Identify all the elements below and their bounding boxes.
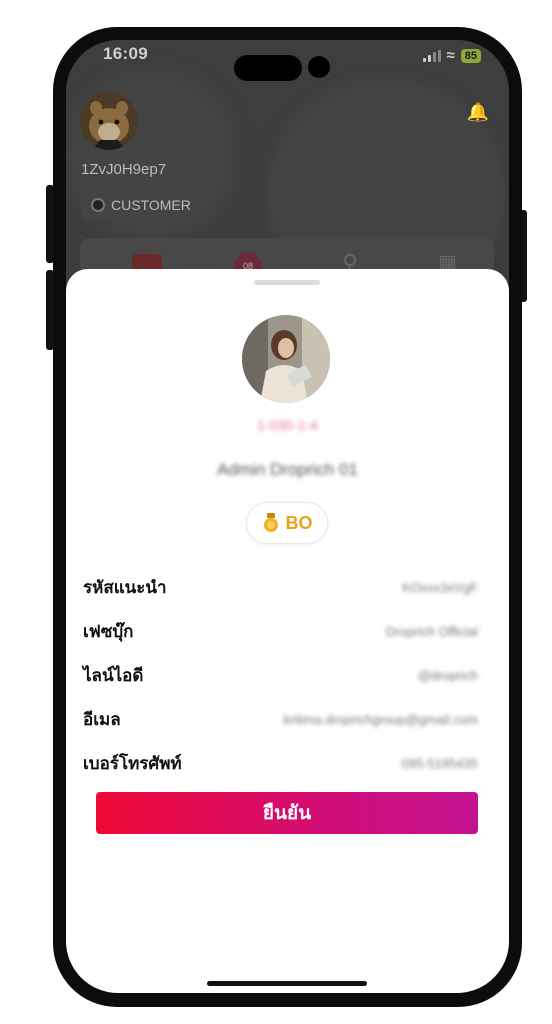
detail-label: เบอร์โทรศัพท์ (83, 753, 182, 773)
detail-value: @droprich (417, 667, 478, 683)
detail-value: Droprich Official (385, 623, 478, 639)
status-time: 16:09 (103, 44, 148, 63)
phone-screen: 🔔 1ZvJ0H9ep7 CUSTOMER 08 ⚲ ▦ 16:09 ≈ 85 … (66, 40, 509, 993)
detail-value: 095-5195435 (401, 755, 478, 771)
role-icon (91, 198, 105, 212)
detail-label: รหัสแนะนำ (83, 577, 167, 597)
rank-label: BO (285, 512, 313, 533)
member-name: Admin Droprich 01 (217, 460, 358, 479)
wifi-icon: ≈ (446, 47, 455, 64)
role-label: CUSTOMER (111, 197, 191, 213)
detail-value: kritima.droprichgroup@gmail.com (283, 711, 478, 727)
detail-label: เฟซบุ๊ก (83, 621, 134, 641)
rank-badge: BO (246, 502, 328, 544)
role-badge: CUSTOMER (81, 191, 201, 219)
confirm-button[interactable]: ยืนยัน (96, 792, 478, 834)
bell-icon[interactable]: 🔔 (467, 102, 489, 123)
drag-handle[interactable] (254, 280, 320, 285)
camera-dot (308, 56, 330, 78)
profile-bottom-sheet: 1-030-1-4 Admin Droprich 01 BO รหัสแนะนำ… (66, 269, 509, 993)
member-code: 1-030-1-4 (257, 417, 318, 433)
detail-row-phone: เบอร์โทรศัพท์ 095-5195435 (83, 741, 478, 785)
detail-row-referral-code: รหัสแนะนำ KOxxx3xVgF (83, 565, 478, 609)
detail-row-line-id: ไลน์ไอดี @droprich (83, 653, 478, 697)
detail-row-facebook: เฟซบุ๊ก Droprich Official (83, 609, 478, 653)
avatar[interactable] (80, 92, 138, 150)
detail-list: รหัสแนะนำ KOxxx3xVgF เฟซบุ๊ก Droprich Of… (83, 565, 478, 785)
detail-value: KOxxx3xVgF (402, 579, 478, 595)
home-indicator[interactable] (207, 981, 367, 986)
background-username: 1ZvJ0H9ep7 (81, 161, 167, 178)
dynamic-island (234, 55, 302, 81)
person-photo-icon (242, 315, 330, 403)
detail-row-email: อีเมล kritima.droprichgroup@gmail.com (83, 697, 478, 741)
hamster-avatar-icon (80, 92, 138, 150)
status-icons: ≈ 85 (422, 47, 481, 64)
stage: 🔔 1ZvJ0H9ep7 CUSTOMER 08 ⚲ ▦ 16:09 ≈ 85 … (0, 0, 552, 1024)
detail-label: ไลน์ไอดี (83, 665, 144, 685)
status-bar: 16:09 ≈ 85 (66, 40, 509, 84)
signal-icon (422, 49, 441, 62)
profile-photo (242, 315, 330, 403)
battery-icon: 85 (460, 48, 481, 63)
medal-icon (263, 513, 278, 532)
detail-label: อีเมล (83, 709, 121, 729)
